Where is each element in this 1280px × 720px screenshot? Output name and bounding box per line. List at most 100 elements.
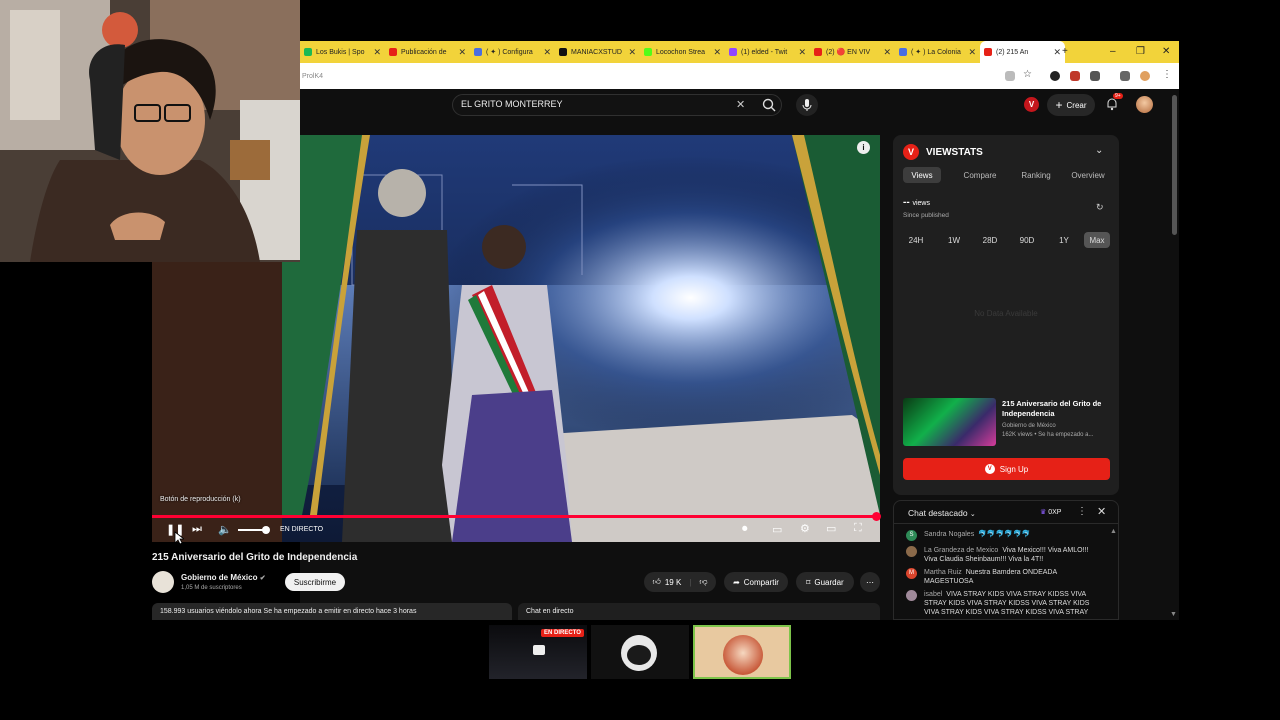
live-indicator[interactable]: EN DIRECTO [280, 526, 323, 533]
tab-close-icon[interactable]: ✕ [628, 47, 636, 58]
chat-author[interactable]: Sandra Nogales [924, 531, 974, 538]
chat-menu-dots-icon[interactable]: ⋮ [1077, 506, 1087, 517]
xp-badge[interactable]: ♛ 0XP [1040, 508, 1061, 516]
thumbnail-penguin[interactable] [591, 625, 689, 679]
viewstats-extension-icon[interactable]: V [1024, 97, 1039, 112]
viewstats-tab[interactable]: Ranking [1015, 167, 1057, 183]
extension-icon[interactable] [1050, 71, 1060, 81]
share-button[interactable]: ➦ Compartir [724, 572, 788, 592]
tab-close-icon[interactable]: ✕ [373, 47, 381, 58]
subtitles-icon[interactable]: ▭ [772, 523, 782, 536]
volume-slider[interactable] [238, 526, 270, 534]
minimize-icon[interactable]: – [1110, 46, 1116, 57]
time-range-button[interactable]: 1Y [1051, 232, 1077, 248]
card-title[interactable]: 215 Aniversario del Grito de Independenc… [1002, 399, 1112, 419]
tab-close-icon[interactable]: ✕ [798, 47, 806, 58]
chat-title[interactable]: Chat destacado ⌄ [908, 508, 976, 518]
live-chat-header[interactable]: Chat en directo [518, 603, 880, 620]
refresh-icon[interactable]: ↻ [1096, 202, 1104, 213]
video-description[interactable]: 158.993 usuarios viéndolo ahora Se ha em… [152, 603, 512, 620]
browser-tab[interactable]: Publicación de ✕ [385, 41, 470, 63]
sign-up-button[interactable]: V Sign Up [903, 458, 1110, 480]
channel-avatar[interactable] [152, 571, 174, 593]
time-range-button[interactable]: 28D [977, 232, 1003, 248]
video-thumbnail[interactable] [903, 398, 996, 446]
time-range-button[interactable]: 24H [903, 232, 929, 248]
chat-message[interactable]: M Martha Ruiz Nuestra Bamdera ONDEADA MAGE… [906, 568, 1102, 586]
extension-icon[interactable] [1070, 71, 1080, 81]
extension-icon[interactable] [1120, 71, 1130, 81]
tab-favicon-icon [644, 48, 652, 56]
chevron-down-icon[interactable]: ⌄ [1095, 145, 1103, 156]
browser-tab[interactable]: (2) 🔴 EN VIV ✕ [810, 41, 895, 63]
address-bar[interactable]: ProlK4 ☆ ⋮ [300, 63, 1179, 89]
chat-avatar[interactable] [906, 546, 917, 557]
tab-close-icon[interactable]: ✕ [713, 47, 721, 58]
settings-gear-icon[interactable]: ⚙ [800, 522, 810, 535]
install-icon[interactable] [1005, 71, 1015, 81]
time-range-button[interactable]: 1W [941, 232, 967, 248]
microphone-icon[interactable] [796, 94, 818, 116]
new-tab-button[interactable]: + [1062, 46, 1068, 57]
recommended-live-thumbnail[interactable]: EN DIRECTO [489, 625, 587, 679]
search-icon[interactable] [760, 96, 778, 114]
info-icon[interactable]: i [857, 141, 870, 154]
autoplay-toggle-icon[interactable]: ⏺ [742, 523, 748, 536]
search-input[interactable]: EL GRITO MONTERREY [452, 94, 782, 116]
puzzle-icon[interactable] [1090, 71, 1100, 81]
chat-scroll-up-icon[interactable]: ▲ [1110, 528, 1117, 535]
chat-avatar[interactable] [906, 590, 917, 601]
volume-handle[interactable] [262, 526, 270, 534]
clear-search-icon[interactable]: ✕ [736, 98, 745, 111]
thumbnail-anime-selected[interactable] [693, 625, 791, 679]
tab-close-icon[interactable]: ✕ [458, 47, 466, 58]
profile-icon[interactable] [1140, 71, 1150, 81]
save-button[interactable]: ⌑ Guardar [796, 572, 854, 592]
browser-tab[interactable]: ( ✦ ) Configura ✕ [470, 41, 555, 63]
page-scrollbar[interactable] [1172, 95, 1177, 235]
chat-message[interactable]: La Grandeza de Mexico Viva Mexico!!! Viva… [906, 546, 1102, 564]
channel-name[interactable]: Gobierno de México ✔ [181, 573, 266, 582]
tab-close-icon[interactable]: ✕ [543, 47, 551, 58]
chat-avatar[interactable]: M [906, 568, 917, 579]
next-icon[interactable]: ⏭ [192, 523, 202, 536]
fullscreen-icon[interactable]: ⛶ [854, 522, 862, 535]
chat-author[interactable]: isabel [924, 591, 942, 598]
browser-tab[interactable]: (1) elded - Twit ✕ [725, 41, 810, 63]
browser-tab[interactable]: ( ✦ ) La Colonia ✕ [895, 41, 980, 63]
url-text[interactable]: ProlK4 [302, 73, 323, 80]
more-actions-icon[interactable]: ⋯ [860, 572, 880, 592]
close-chat-icon[interactable]: ✕ [1097, 505, 1106, 518]
page-scroll-down-icon[interactable]: ▼ [1170, 611, 1177, 618]
notifications-bell-icon[interactable]: 9+ [1105, 93, 1123, 111]
viewstats-tab[interactable]: Views [903, 167, 941, 183]
time-range-button[interactable]: Max [1084, 232, 1110, 248]
bookmark-star-icon[interactable]: ☆ [1023, 69, 1032, 80]
tab-close-icon[interactable]: ✕ [968, 47, 976, 58]
chat-author[interactable]: Martha Ruiz [924, 569, 962, 576]
browser-tab[interactable]: Los Bukis | Spo ✕ [300, 41, 385, 63]
theater-mode-icon[interactable]: ▭ [826, 522, 836, 535]
time-range-button[interactable]: 90D [1014, 232, 1040, 248]
avatar[interactable] [1136, 96, 1153, 113]
viewstats-tab[interactable]: Compare [955, 167, 1005, 183]
volume-icon[interactable]: 🔈 [218, 523, 232, 536]
maximize-icon[interactable]: ❐ [1136, 46, 1145, 57]
viewstats-tab[interactable]: Overview [1065, 167, 1111, 183]
menu-dots-icon[interactable]: ⋮ [1162, 69, 1172, 80]
chat-avatar[interactable]: S [906, 530, 917, 541]
chat-author[interactable]: La Grandeza de Mexico [924, 547, 998, 554]
close-window-icon[interactable]: ✕ [1162, 46, 1170, 57]
create-button[interactable]: + Crear [1047, 94, 1095, 116]
browser-tab[interactable]: (2) 215 An ✕ [980, 41, 1065, 63]
browser-tab[interactable]: Locochon Strea ✕ [640, 41, 725, 63]
like-count[interactable]: 19 K [665, 578, 681, 587]
chevron-down-icon: ⌄ [969, 511, 976, 518]
chat-message[interactable]: isabel VIVA STRAY KIDS VIVA STRAY KIDSS V… [906, 590, 1102, 617]
tab-close-icon[interactable]: ✕ [883, 47, 891, 58]
subscribe-button[interactable]: Suscribirme [285, 573, 345, 591]
like-icon[interactable]: 👍︎ [652, 577, 660, 587]
chat-message[interactable]: S Sandra Nogales 🐬🐬🐬🐬🐬🐬 [906, 530, 1102, 541]
dislike-icon[interactable]: 👎︎ [699, 577, 707, 587]
browser-tab[interactable]: MANIACXSTUD ✕ [555, 41, 640, 63]
